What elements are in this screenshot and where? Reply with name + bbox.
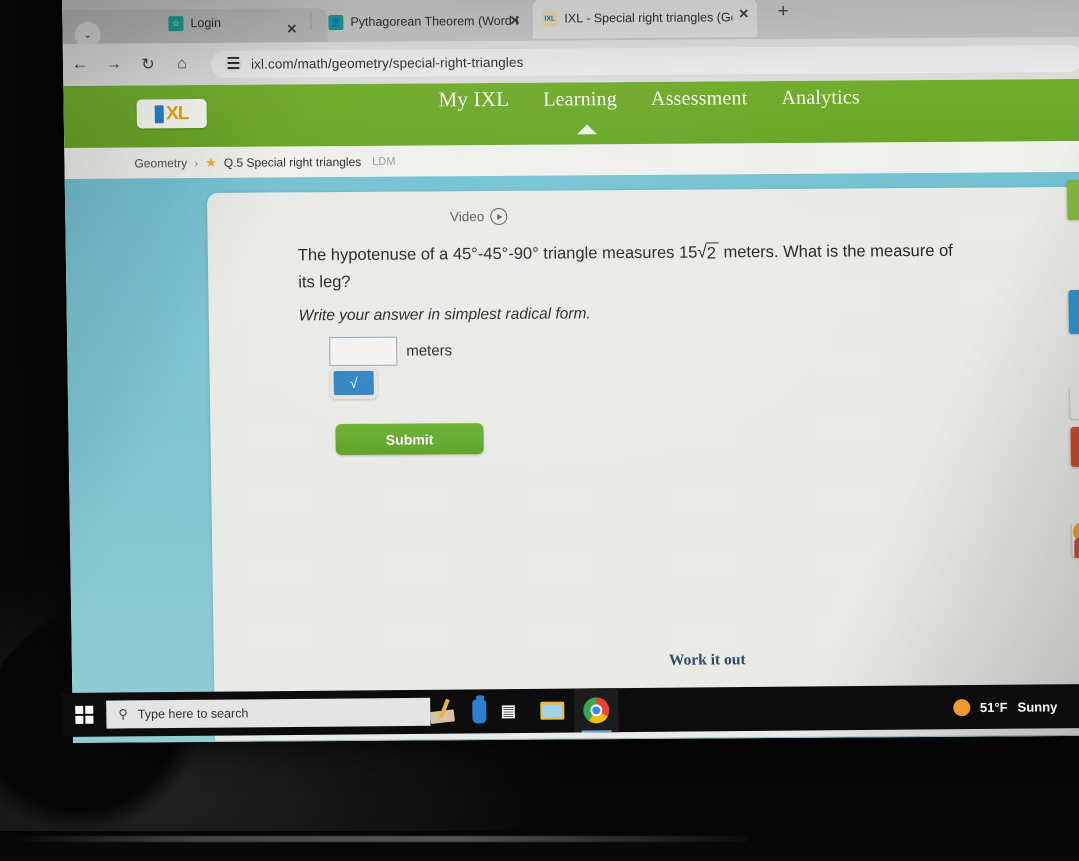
plus-icon: + xyxy=(777,0,789,23)
laptop-screen: ⌄ ☆ Login ✕ 👤 Pythagorean Theorem (Word … xyxy=(62,0,1079,743)
ixl-icon: IXL xyxy=(542,11,558,27)
nav-active-caret-icon xyxy=(576,124,597,135)
nav-item-my-ixl[interactable]: My IXL xyxy=(438,87,509,112)
answer-input[interactable] xyxy=(329,336,398,367)
reload-button[interactable]: ↻ xyxy=(131,54,165,74)
radical-icon: √ xyxy=(333,370,374,396)
radical-expression: √ 2 xyxy=(697,239,720,266)
question-text: The hypotenuse of a 45°-45°-90° triangle… xyxy=(298,237,1019,295)
video-label: Video xyxy=(449,209,485,225)
video-link[interactable]: Video xyxy=(449,207,508,226)
answer-row: meters xyxy=(329,336,453,367)
star-icon[interactable]: ★ xyxy=(205,154,217,170)
breadcrumb-separator-icon: › xyxy=(194,155,199,170)
nav-item-label: Learning xyxy=(543,88,618,111)
browser-toolbar: ← → ↻ ⌂ ☰ ixl.com/math/geometry/special-… xyxy=(62,36,1079,86)
gray-tab[interactable]: ○ xyxy=(1070,387,1079,419)
work-it-out-link[interactable]: Work it out xyxy=(669,651,746,670)
taskbar-search-box[interactable]: ⚲ Type here to search xyxy=(106,697,431,729)
radicand-group: 2 xyxy=(705,239,720,266)
laptop-bezel xyxy=(8,836,748,842)
url-text: ixl.com/math/geometry/special-right-tria… xyxy=(250,54,524,72)
windows-taskbar: ⚲ Type here to search ▤ 51°F Sunny xyxy=(62,684,1079,737)
breadcrumb-skill: Q.5 Special right triangles xyxy=(223,154,362,170)
task-view-icon: ▤ xyxy=(500,703,517,721)
nav-item-learning[interactable]: Learning xyxy=(543,88,618,135)
browser-tab-ixl-active[interactable]: IXL IXL - Special right triangles (Ge xyxy=(532,0,758,39)
question-line-2: its leg? xyxy=(298,273,351,292)
submit-label: Submit xyxy=(385,430,434,448)
file-explorer-icon xyxy=(540,701,565,720)
pencil-paper-icon xyxy=(429,698,472,725)
task-view-button[interactable]: ▤ xyxy=(486,689,531,733)
green-tab[interactable] xyxy=(1066,179,1079,220)
logo-i-bar xyxy=(154,104,165,123)
tab-close-icon[interactable]: ✕ xyxy=(738,6,749,22)
weather-widget[interactable]: 51°F Sunny xyxy=(952,698,1079,716)
play-circle-icon xyxy=(490,207,508,226)
doc-icon: 👤 xyxy=(328,14,344,30)
back-button[interactable]: ← xyxy=(63,56,97,74)
new-tab-button[interactable]: + xyxy=(770,0,796,25)
tab-title: IXL - Special right triangles (Ge xyxy=(564,10,733,26)
ixl-page: XL My IXL Learning Assessment Analytics … xyxy=(63,78,1079,743)
tab-close-icon[interactable]: ✕ xyxy=(509,13,520,29)
ixl-logo[interactable]: XL xyxy=(136,98,207,129)
ixl-main-nav: My IXL Learning Assessment Analytics xyxy=(438,84,860,135)
weather-condition: Sunny xyxy=(1017,698,1058,715)
radicand-value: 2 xyxy=(705,242,720,263)
sun-icon xyxy=(952,698,971,716)
tab-title: Login xyxy=(190,15,222,31)
tab-close-icon[interactable]: ✕ xyxy=(286,21,297,37)
tab-title: Pythagorean Theorem (Word P xyxy=(350,13,519,29)
weather-temperature: 51°F xyxy=(979,699,1008,715)
site-settings-icon[interactable]: ☰ xyxy=(224,55,243,73)
active-app-indicator xyxy=(581,730,612,733)
home-icon: ⌂ xyxy=(177,55,187,73)
breadcrumb-skill-code: LDM xyxy=(372,155,396,168)
question-card: Video The hypotenuse of a 45°-45°-90° tr… xyxy=(206,186,1079,741)
nav-item-analytics[interactable]: Analytics xyxy=(781,86,860,110)
home-button[interactable]: ⌂ xyxy=(165,55,199,73)
photo-scene: ⌄ ☆ Login ✕ 👤 Pythagorean Theorem (Word … xyxy=(0,0,1079,861)
start-button[interactable] xyxy=(62,705,106,724)
bottle-icon xyxy=(471,699,487,724)
avatar-body-icon xyxy=(1074,537,1079,558)
red-tab[interactable]: ≡ xyxy=(1070,426,1079,467)
question-line-1-pre: The hypotenuse of a 45°-45°-90° triangle… xyxy=(297,243,698,265)
forward-button[interactable]: → xyxy=(97,56,131,74)
question-instruction: Write your answer in simplest radical fo… xyxy=(298,305,591,325)
chrome-icon xyxy=(583,697,610,724)
avatar[interactable] xyxy=(1072,521,1079,558)
reload-icon: ↻ xyxy=(141,56,155,74)
search-placeholder-text: Type here to search xyxy=(137,706,249,722)
forward-arrow-icon: → xyxy=(105,55,123,73)
sketch-icon[interactable] xyxy=(429,689,487,733)
chevron-glyph: ⌄ xyxy=(83,29,92,41)
bookmark-icon: ☆ xyxy=(168,15,184,31)
question-line-1-post: meters. What is the measure of xyxy=(723,241,953,262)
back-arrow-icon: ← xyxy=(71,55,89,73)
nav-item-assessment[interactable]: Assessment xyxy=(651,87,748,111)
file-explorer-button[interactable] xyxy=(530,689,575,733)
ixl-header: XL My IXL Learning Assessment Analytics xyxy=(63,78,1079,148)
ixl-content-area: Video The hypotenuse of a 45°-45°-90° tr… xyxy=(64,171,1079,743)
blue-tab[interactable] xyxy=(1068,289,1079,334)
search-icon: ⚲ xyxy=(118,706,128,722)
windows-logo-icon xyxy=(75,705,94,724)
radical-keypad-button[interactable]: √ xyxy=(329,366,378,400)
address-bar[interactable]: ☰ ixl.com/math/geometry/special-right-tr… xyxy=(210,44,1079,78)
answer-unit-label: meters xyxy=(406,342,453,360)
breadcrumb-subject[interactable]: Geometry xyxy=(134,156,187,170)
chrome-taskbar-button[interactable] xyxy=(573,688,619,733)
submit-button[interactable]: Submit xyxy=(335,423,484,456)
logo-xl-text: XL xyxy=(165,103,189,125)
